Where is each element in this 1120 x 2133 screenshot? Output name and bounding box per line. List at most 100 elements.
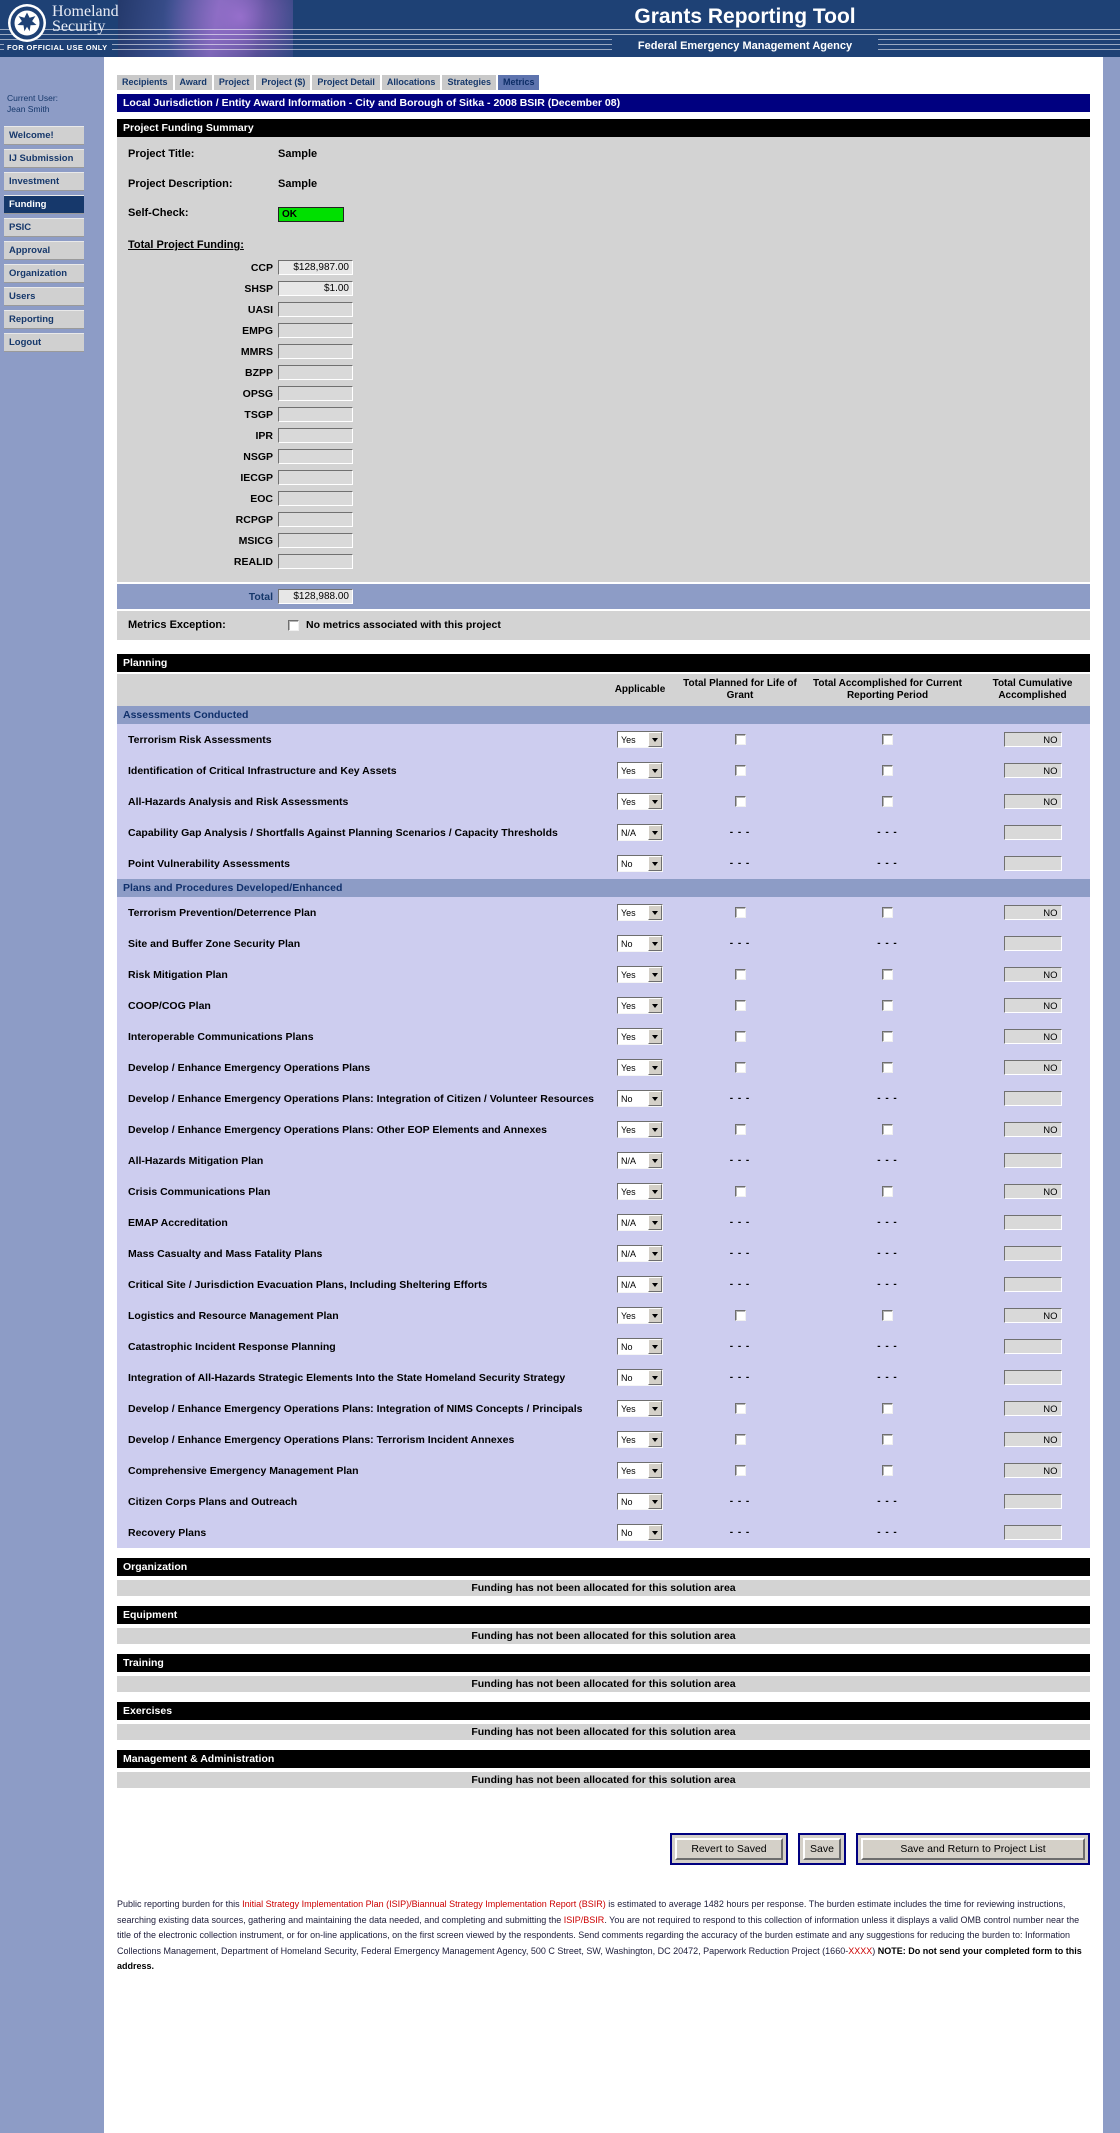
accomplished-checkbox-risk-mitigation-plan[interactable] <box>882 969 893 980</box>
accomplished-checkbox-comprehensive-emergency-management-plan[interactable] <box>882 1465 893 1476</box>
planned-checkbox-identification-of-critical-infrastructure-and-key-assets[interactable] <box>734 765 746 776</box>
tab-recipients[interactable]: Recipients <box>117 75 173 90</box>
applicable-select-risk-mitigation-plan[interactable]: Yes <box>617 966 663 983</box>
accomplished-checkbox-terrorism-risk-assessments[interactable] <box>882 734 893 745</box>
funding-row-mmrs: MMRS <box>117 341 1090 362</box>
funding-input-msicg[interactable] <box>278 533 353 548</box>
applicable-select-recovery-plans[interactable]: No <box>617 1524 663 1541</box>
planned-checkbox-all-hazards-analysis-and-risk-assessments[interactable] <box>734 796 746 807</box>
metrics-exception-checkbox[interactable] <box>288 619 299 631</box>
applicable-select-capability-gap-analysis-shortfalls-against-planning-scenarios-capacity-thresholds[interactable]: N/A <box>617 824 663 841</box>
planned-checkbox-logistics-and-resource-management-plan[interactable] <box>734 1310 746 1321</box>
tab-project[interactable]: Project <box>213 75 255 90</box>
save-button[interactable]: Save <box>798 1833 846 1865</box>
applicable-select-catastrophic-incident-response-planning[interactable]: No <box>617 1338 663 1355</box>
tab-metrics[interactable]: Metrics <box>497 75 540 90</box>
sidebar-item-organization[interactable]: Organization <box>4 264 84 283</box>
applicable-select-crisis-communications-plan[interactable]: Yes <box>617 1183 663 1200</box>
cumulative-field-develop-enhance-emergency-operations-plans-integration-of-nims-concepts-principals: NO <box>1003 1401 1062 1416</box>
planned-cell: - - - <box>680 1496 800 1507</box>
planned-checkbox-interoperable-communications-plans[interactable] <box>734 1031 746 1042</box>
sidebar-item-investment[interactable]: Investment <box>4 172 84 191</box>
applicable-select-mass-casualty-and-mass-fatality-plans[interactable]: N/A <box>617 1245 663 1262</box>
planned-checkbox-comprehensive-emergency-management-plan[interactable] <box>734 1465 746 1476</box>
accomplished-checkbox-develop-enhance-emergency-operations-plans-other-eop-elements-and-annexes[interactable] <box>882 1124 893 1135</box>
planned-checkbox-crisis-communications-plan[interactable] <box>734 1186 746 1197</box>
sidebar-item-funding[interactable]: Funding <box>4 195 84 214</box>
applicable-select-develop-enhance-emergency-operations-plans[interactable]: Yes <box>617 1059 663 1076</box>
accomplished-checkbox-develop-enhance-emergency-operations-plans-terrorism-incident-annexes[interactable] <box>882 1434 893 1445</box>
funding-input-mmrs[interactable] <box>278 344 353 359</box>
planned-checkbox-develop-enhance-emergency-operations-plans-integration-of-nims-concepts-principals[interactable] <box>734 1403 746 1414</box>
planned-na-dashes: - - - <box>729 1341 751 1352</box>
tab-allocations[interactable]: Allocations <box>381 75 441 90</box>
planned-checkbox-develop-enhance-emergency-operations-plans-other-eop-elements-and-annexes[interactable] <box>734 1124 746 1135</box>
applicable-select-site-and-buffer-zone-security-plan[interactable]: No <box>617 935 663 952</box>
applicable-select-terrorism-risk-assessments[interactable]: Yes <box>617 731 663 748</box>
accomplished-checkbox-develop-enhance-emergency-operations-plans[interactable] <box>882 1062 893 1073</box>
accomplished-checkbox-logistics-and-resource-management-plan[interactable] <box>882 1310 893 1321</box>
applicable-select-citizen-corps-plans-and-outreach[interactable]: No <box>617 1493 663 1510</box>
applicable-select-coop-cog-plan[interactable]: Yes <box>617 997 663 1014</box>
applicable-select-logistics-and-resource-management-plan[interactable]: Yes <box>617 1307 663 1324</box>
sidebar-item-users[interactable]: Users <box>4 287 84 306</box>
cumulative-cell <box>975 1153 1090 1168</box>
applicable-select-terrorism-prevention-deterrence-plan[interactable]: Yes <box>617 904 663 921</box>
funding-input-eoc[interactable] <box>278 491 353 506</box>
funding-input-bzpp[interactable] <box>278 365 353 380</box>
funding-input-empg[interactable] <box>278 323 353 338</box>
tab-project-detail[interactable]: Project Detail <box>312 75 380 90</box>
planned-cell: - - - <box>680 858 800 869</box>
accomplished-checkbox-crisis-communications-plan[interactable] <box>882 1186 893 1197</box>
applicable-select-develop-enhance-emergency-operations-plans-terrorism-incident-annexes[interactable]: Yes <box>617 1431 663 1448</box>
funding-input-iecgp[interactable] <box>278 470 353 485</box>
accomplished-checkbox-coop-cog-plan[interactable] <box>882 1000 893 1011</box>
applicable-select-integration-of-all-hazards-strategic-elements-into-the-state-homeland-security-strategy[interactable]: No <box>617 1369 663 1386</box>
planned-checkbox-risk-mitigation-plan[interactable] <box>734 969 746 980</box>
sidebar-item-approval[interactable]: Approval <box>4 241 84 260</box>
accomplished-checkbox-terrorism-prevention-deterrence-plan[interactable] <box>882 907 893 918</box>
planned-checkbox-terrorism-risk-assessments[interactable] <box>734 734 746 745</box>
applicable-select-develop-enhance-emergency-operations-plans-integration-of-citizen-volunteer-resources[interactable]: No <box>617 1090 663 1107</box>
funding-input-ccp[interactable]: $128,987.00 <box>278 260 353 275</box>
planned-checkbox-develop-enhance-emergency-operations-plans[interactable] <box>734 1062 746 1073</box>
funding-input-opsg[interactable] <box>278 386 353 401</box>
applicable-select-interoperable-communications-plans[interactable]: Yes <box>617 1028 663 1045</box>
applicable-select-emap-accreditation[interactable]: N/A <box>617 1214 663 1231</box>
sidebar-item-ij-submission[interactable]: IJ Submission <box>4 149 84 168</box>
planned-checkbox-develop-enhance-emergency-operations-plans-terrorism-incident-annexes[interactable] <box>734 1434 746 1445</box>
funding-input-rcpgp[interactable] <box>278 512 353 527</box>
accomplished-checkbox-interoperable-communications-plans[interactable] <box>882 1031 893 1042</box>
funding-row-msicg: MSICG <box>117 530 1090 551</box>
funding-input-nsgp[interactable] <box>278 449 353 464</box>
planning-row-label-interoperable-communications-plans: Interoperable Communications Plans <box>128 1030 314 1043</box>
applicable-select-all-hazards-analysis-and-risk-assessments[interactable]: Yes <box>617 793 663 810</box>
sidebar-item-reporting[interactable]: Reporting <box>4 310 84 329</box>
funding-input-uasi[interactable] <box>278 302 353 317</box>
planning-row: Terrorism Risk Assessments Yes NO <box>117 724 1090 755</box>
applicable-select-develop-enhance-emergency-operations-plans-other-eop-elements-and-annexes[interactable]: Yes <box>617 1121 663 1138</box>
funding-input-realid[interactable] <box>278 554 353 569</box>
funding-input-shsp[interactable]: $1.00 <box>278 281 353 296</box>
applicable-select-critical-site-jurisdiction-evacuation-plans-including-sheltering-efforts[interactable]: N/A <box>617 1276 663 1293</box>
sidebar-item-welcome[interactable]: Welcome! <box>4 126 84 145</box>
accomplished-checkbox-develop-enhance-emergency-operations-plans-integration-of-nims-concepts-principals[interactable] <box>882 1403 893 1414</box>
tab-award[interactable]: Award <box>174 75 212 90</box>
sidebar-item-psic[interactable]: PSIC <box>4 218 84 237</box>
planned-checkbox-terrorism-prevention-deterrence-plan[interactable] <box>734 907 746 918</box>
accomplished-checkbox-identification-of-critical-infrastructure-and-key-assets[interactable] <box>882 765 893 776</box>
applicable-select-point-vulnerability-assessments[interactable]: No <box>617 855 663 872</box>
applicable-select-all-hazards-mitigation-plan[interactable]: N/A <box>617 1152 663 1169</box>
save-and-return-to-project-list-button[interactable]: Save and Return to Project List <box>856 1833 1090 1865</box>
funding-input-tsgp[interactable] <box>278 407 353 422</box>
sidebar-item-logout[interactable]: Logout <box>4 333 84 352</box>
funding-input-ipr[interactable] <box>278 428 353 443</box>
applicable-select-identification-of-critical-infrastructure-and-key-assets[interactable]: Yes <box>617 762 663 779</box>
tab-strategies[interactable]: Strategies <box>442 75 496 90</box>
tab-project[interactable]: Project ($) <box>256 75 311 90</box>
revert-to-saved-button[interactable]: Revert to Saved <box>670 1833 788 1865</box>
applicable-select-comprehensive-emergency-management-plan[interactable]: Yes <box>617 1462 663 1479</box>
accomplished-checkbox-all-hazards-analysis-and-risk-assessments[interactable] <box>882 796 893 807</box>
planned-checkbox-coop-cog-plan[interactable] <box>734 1000 746 1011</box>
applicable-select-develop-enhance-emergency-operations-plans-integration-of-nims-concepts-principals[interactable]: Yes <box>617 1400 663 1417</box>
